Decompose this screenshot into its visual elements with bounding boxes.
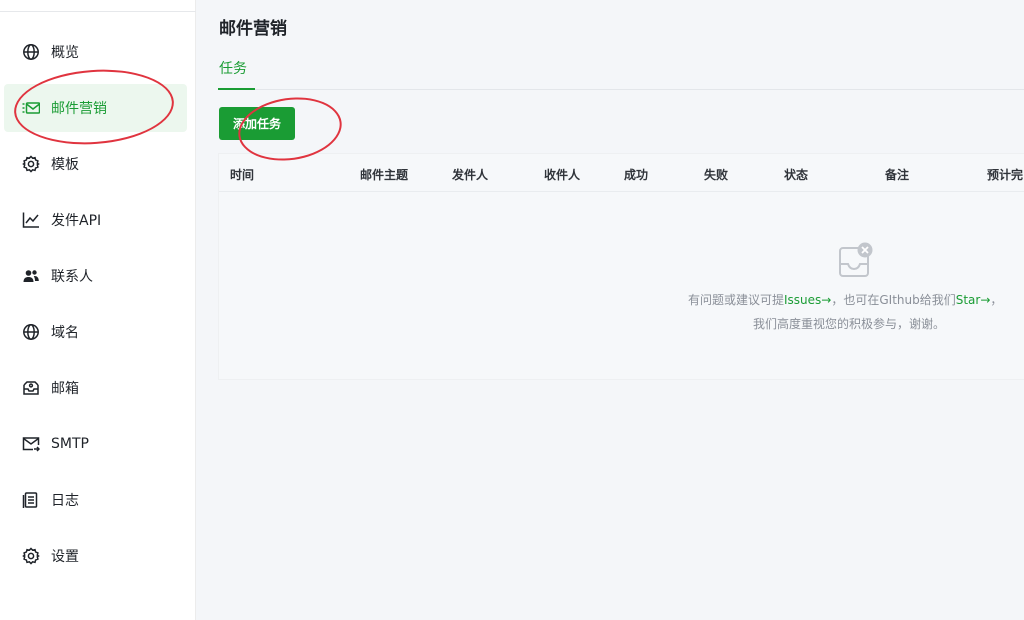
column-header-sender: 发件人 xyxy=(452,168,489,182)
column-header-subject: 邮件主题 xyxy=(360,168,409,182)
add-task-button[interactable]: 添加任务 xyxy=(219,107,295,140)
empty-text-middle: ，也可在GIthub给我们 xyxy=(831,293,956,307)
tab-active-indicator xyxy=(218,88,255,90)
empty-message-line2: 我们高度重视您的积极参与，谢谢。 xyxy=(753,317,946,331)
chart-line-icon xyxy=(22,211,40,229)
tabs-divider xyxy=(218,89,1024,90)
column-header-recipient: 收件人 xyxy=(544,168,581,182)
sidebar-item-domains[interactable]: 域名 xyxy=(4,308,187,356)
sidebar-item-label: 概览 xyxy=(51,45,79,61)
column-header-remark: 备注 xyxy=(885,168,910,182)
sidebar: 概览 邮件营销 模板 发件API 联系人 域名 邮箱 SMTP 日志 设置 xyxy=(0,0,196,620)
mail-send-icon xyxy=(22,435,40,453)
main-content: 邮件营销 任务 添加任务 时间 邮件主题 发件人 收件人 成功 失败 状态 备注… xyxy=(196,0,1024,620)
sidebar-item-label: 邮箱 xyxy=(51,381,79,397)
column-header-estimated: 预计完 xyxy=(987,168,1024,182)
globe-icon xyxy=(22,323,40,341)
gear-icon xyxy=(22,547,40,565)
sidebar-item-label: SMTP xyxy=(51,436,89,452)
mailbox-icon xyxy=(22,379,40,397)
sidebar-item-mailbox[interactable]: 邮箱 xyxy=(4,364,187,412)
sidebar-item-settings[interactable]: 设置 xyxy=(4,532,187,580)
sidebar-item-label: 发件API xyxy=(51,213,102,229)
sidebar-item-contacts[interactable]: 联系人 xyxy=(4,252,187,300)
empty-inbox-icon xyxy=(839,242,873,277)
column-header-failed: 失败 xyxy=(704,168,729,182)
task-table: 时间 邮件主题 发件人 收件人 成功 失败 状态 备注 预计完 有问题或建议可提… xyxy=(218,153,1024,380)
sidebar-item-label: 域名 xyxy=(51,325,79,341)
sidebar-item-mail-marketing[interactable]: 邮件营销 xyxy=(4,84,187,132)
sidebar-item-overview[interactable]: 概览 xyxy=(4,28,187,76)
empty-message: 有问题或建议可提Issues→，也可在GIthub给我们Star→， xyxy=(688,291,1002,308)
sidebar-item-smtp[interactable]: SMTP xyxy=(4,420,187,468)
star-link[interactable]: Star→ xyxy=(956,293,991,307)
empty-text-prefix: 有问题或建议可提 xyxy=(688,293,785,307)
sidebar-item-label: 模板 xyxy=(51,157,79,173)
column-header-time: 时间 xyxy=(230,168,255,182)
globe-icon xyxy=(22,43,40,61)
sidebar-item-send-api[interactable]: 发件API xyxy=(4,196,187,244)
sidebar-item-label: 设置 xyxy=(51,549,79,565)
tab-tasks[interactable]: 任务 xyxy=(219,58,247,90)
sidebar-item-templates[interactable]: 模板 xyxy=(4,140,187,188)
table-header: 时间 邮件主题 发件人 收件人 成功 失败 状态 备注 预计完 xyxy=(219,154,1024,192)
gear-icon xyxy=(22,155,40,173)
sidebar-item-label: 日志 xyxy=(51,493,79,509)
contacts-icon xyxy=(22,267,40,285)
sidebar-item-logs[interactable]: 日志 xyxy=(4,476,187,524)
document-icon xyxy=(22,491,40,509)
page-title: 邮件营销 xyxy=(219,19,287,39)
column-header-status: 状态 xyxy=(784,168,809,182)
mail-marketing-icon xyxy=(22,99,40,117)
sidebar-item-label: 邮件营销 xyxy=(51,101,107,117)
issues-link[interactable]: Issues→ xyxy=(784,293,831,307)
column-header-success: 成功 xyxy=(624,168,649,182)
empty-text-suffix: ， xyxy=(990,293,1003,307)
sidebar-item-label: 联系人 xyxy=(51,269,93,285)
divider xyxy=(0,11,196,12)
